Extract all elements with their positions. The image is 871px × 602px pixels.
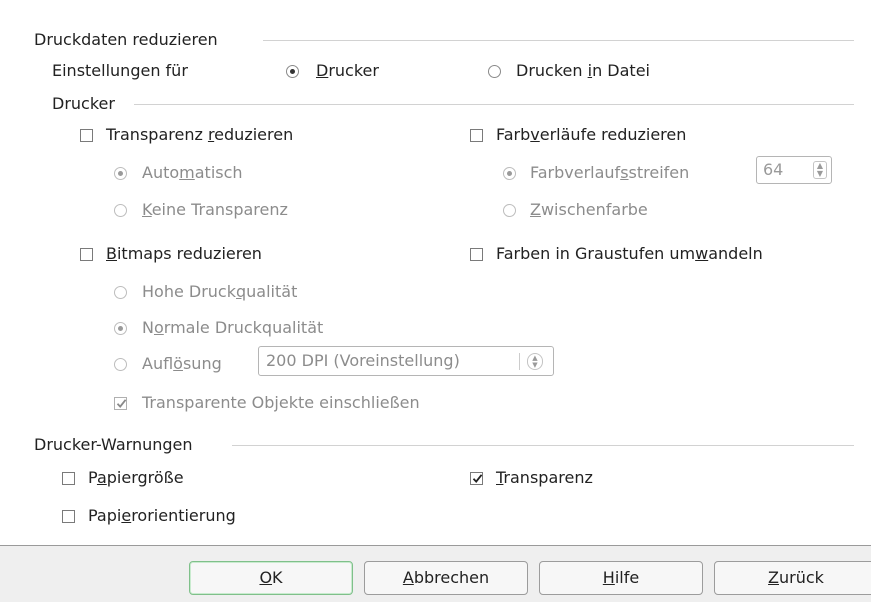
paper-orientation-label[interactable]: Papierorientierung bbox=[88, 506, 236, 526]
grayscale-label[interactable]: Farben in Graustufen umwandeln bbox=[496, 244, 763, 264]
resolution-dropdown[interactable]: 200 DPI (Voreinstellung) ▲ ▼ bbox=[258, 346, 554, 376]
reduce-transparency-label[interactable]: Transparenz reduzieren bbox=[106, 125, 293, 145]
printer-warnings-heading: Drucker-Warnungen bbox=[34, 435, 193, 454]
cancel-button[interactable]: Abbrechen bbox=[364, 561, 528, 595]
printer-warnings-divider bbox=[232, 445, 854, 446]
transparency-automatic-label[interactable]: Automatisch bbox=[142, 163, 243, 183]
checkbox-box[interactable] bbox=[470, 472, 483, 485]
checkmark-icon bbox=[116, 399, 127, 408]
dropdown-separator bbox=[519, 353, 520, 370]
ok-button[interactable]: OK bbox=[189, 561, 353, 595]
back-button[interactable]: Zurück bbox=[714, 561, 871, 595]
radio-indicator[interactable] bbox=[114, 358, 127, 371]
include-transparent-objects-label[interactable]: Transparente Objekte einschließen bbox=[142, 393, 420, 413]
radio-indicator[interactable] bbox=[488, 65, 501, 78]
radio-indicator[interactable] bbox=[286, 65, 299, 78]
reduce-gradients-label[interactable]: Farbverläufe reduzieren bbox=[496, 125, 686, 145]
radio-indicator[interactable] bbox=[503, 167, 516, 180]
resolution-label[interactable]: Auflösung bbox=[142, 354, 222, 374]
printer-divider bbox=[134, 104, 854, 105]
normal-quality-label[interactable]: Normale Druckqualität bbox=[142, 318, 323, 338]
checkbox-box[interactable] bbox=[470, 248, 483, 261]
radio-label-print-to-file[interactable]: Drucken in Datei bbox=[516, 61, 650, 81]
radio-indicator[interactable] bbox=[503, 204, 516, 217]
checkbox-box[interactable] bbox=[470, 129, 483, 142]
checkmark-icon bbox=[472, 474, 483, 483]
help-button[interactable]: Hilfe bbox=[539, 561, 703, 595]
transparency-none-label[interactable]: Keine Transparenz bbox=[142, 200, 288, 220]
spin-arrows-icon[interactable]: ▲ ▼ bbox=[813, 161, 827, 179]
high-quality-label[interactable]: Hohe Druckqualität bbox=[142, 282, 297, 302]
checkbox-box[interactable] bbox=[62, 510, 75, 523]
intermediate-color-label[interactable]: Zwischenfarbe bbox=[530, 200, 648, 220]
checkbox-box[interactable] bbox=[62, 472, 75, 485]
resolution-value[interactable]: 200 DPI (Voreinstellung) bbox=[266, 351, 460, 371]
radio-label-printer[interactable]: Drucker bbox=[316, 61, 379, 81]
gradient-stripes-spinbox[interactable]: 64 ▲ ▼ bbox=[756, 156, 832, 184]
printer-subheading: Drucker bbox=[52, 94, 115, 113]
reduce-print-data-heading: Druckdaten reduzieren bbox=[34, 30, 218, 49]
radio-indicator[interactable] bbox=[114, 286, 127, 299]
reduce-print-data-divider bbox=[263, 40, 854, 41]
gradient-stripes-label[interactable]: Farbverlaufsstreifen bbox=[530, 163, 689, 183]
radio-indicator[interactable] bbox=[114, 167, 127, 180]
transparency-warning-label[interactable]: Transparenz bbox=[496, 468, 593, 488]
radio-indicator[interactable] bbox=[114, 322, 127, 335]
gradient-stripes-value[interactable]: 64 bbox=[763, 160, 783, 180]
paper-size-label[interactable]: Papiergröße bbox=[88, 468, 184, 488]
radio-indicator[interactable] bbox=[114, 204, 127, 217]
up-down-arrows-icon[interactable]: ▲ ▼ bbox=[527, 353, 543, 370]
reduce-bitmaps-label[interactable]: Bitmaps reduzieren bbox=[106, 244, 262, 264]
checkbox-box[interactable] bbox=[80, 248, 93, 261]
checkbox-box[interactable] bbox=[114, 397, 127, 410]
checkbox-box[interactable] bbox=[80, 129, 93, 142]
settings-for-label: Einstellungen für bbox=[52, 61, 188, 80]
options-panel: Druckdaten reduzieren Einstellungen für … bbox=[0, 0, 871, 545]
